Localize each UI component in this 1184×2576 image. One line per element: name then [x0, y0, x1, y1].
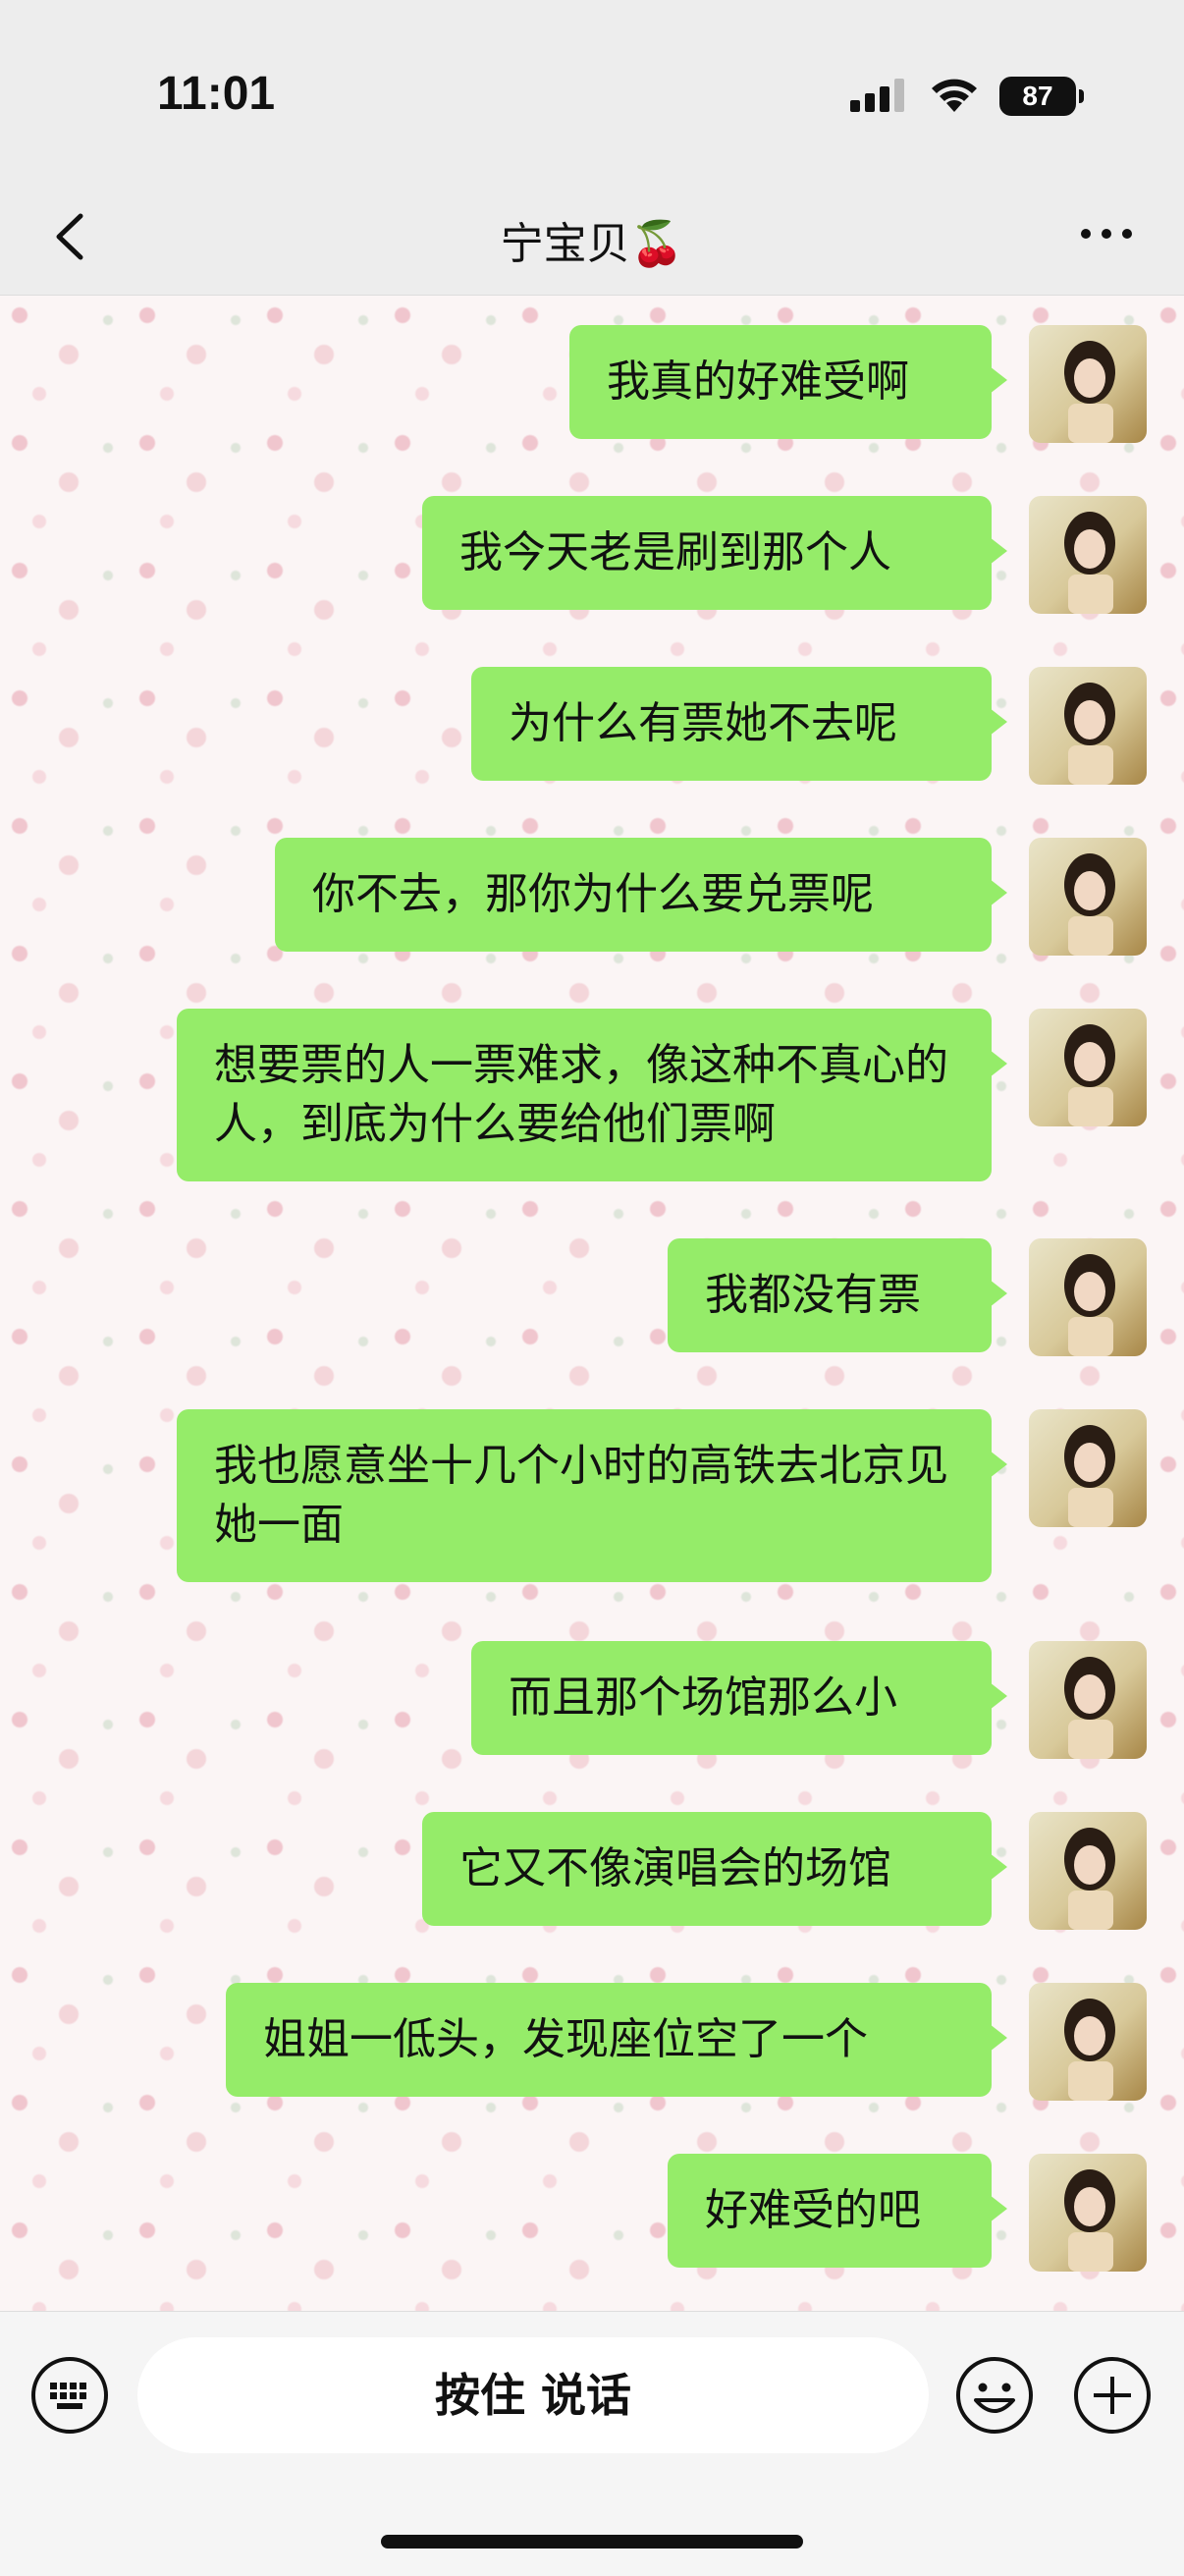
- status-time: 11:01: [157, 68, 276, 120]
- keyboard-toggle-button[interactable]: [29, 2355, 110, 2436]
- message-bubble[interactable]: 为什么有票她不去呢: [471, 667, 1007, 781]
- message-bubble[interactable]: 我真的好难受啊: [569, 325, 1007, 439]
- avatar[interactable]: [1029, 667, 1147, 785]
- message-bubble[interactable]: 姐姐一低头，发现座位空了一个: [226, 1983, 1007, 2097]
- plus-icon: [1074, 2357, 1151, 2434]
- emoji-button[interactable]: [954, 2355, 1035, 2436]
- hold-to-talk-button[interactable]: 按住 说话: [137, 2337, 929, 2453]
- emoji-icon: [956, 2357, 1033, 2434]
- battery-indicator: 87: [999, 77, 1084, 116]
- message-bubble[interactable]: 我今天老是刷到那个人: [422, 496, 1007, 610]
- avatar[interactable]: [1029, 1238, 1147, 1356]
- keyboard-icon: [31, 2357, 108, 2434]
- more-functions-button[interactable]: [1072, 2355, 1153, 2436]
- avatar[interactable]: [1029, 1812, 1147, 1930]
- avatar[interactable]: [1029, 838, 1147, 956]
- chat-title: 宁宝贝🍒: [500, 219, 684, 269]
- avatar[interactable]: [1029, 496, 1147, 614]
- avatar[interactable]: [1029, 1409, 1147, 1527]
- message-bubble[interactable]: 而且那个场馆那么小: [471, 1641, 1007, 1755]
- message-bubble[interactable]: 它又不像演唱会的场馆: [422, 1812, 1007, 1926]
- chat-area[interactable]: 我真的好难受啊 我今天老是刷到那个人 为什么有票她不去呢 你不去，那你为什么要兑…: [0, 296, 1184, 2311]
- avatar[interactable]: [1029, 1641, 1147, 1759]
- wifi-icon: [928, 73, 981, 118]
- message-bubble[interactable]: 我都没有票: [668, 1238, 1007, 1352]
- chat-header: 宁宝贝🍒: [0, 177, 1184, 296]
- avatar[interactable]: [1029, 1983, 1147, 2101]
- more-dots-icon: [1081, 229, 1132, 239]
- message-bubble[interactable]: 好难受的吧: [668, 2154, 1007, 2268]
- avatar[interactable]: [1029, 2154, 1147, 2272]
- home-indicator: [381, 2535, 803, 2549]
- input-bar: 按住 说话: [0, 2311, 1184, 2576]
- avatar[interactable]: [1029, 325, 1147, 443]
- avatar[interactable]: [1029, 1009, 1147, 1126]
- status-bar: 11:01 87: [0, 0, 1184, 177]
- more-button[interactable]: [1072, 214, 1141, 253]
- signal-icon: [850, 79, 907, 116]
- message-bubble[interactable]: 想要票的人一票难求，像这种不真心的人，到底为什么要给他们票啊: [177, 1009, 1007, 1181]
- message-bubble[interactable]: 我也愿意坐十几个小时的高铁去北京见她一面: [177, 1409, 1007, 1582]
- message-bubble[interactable]: 你不去，那你为什么要兑票呢: [275, 838, 1007, 952]
